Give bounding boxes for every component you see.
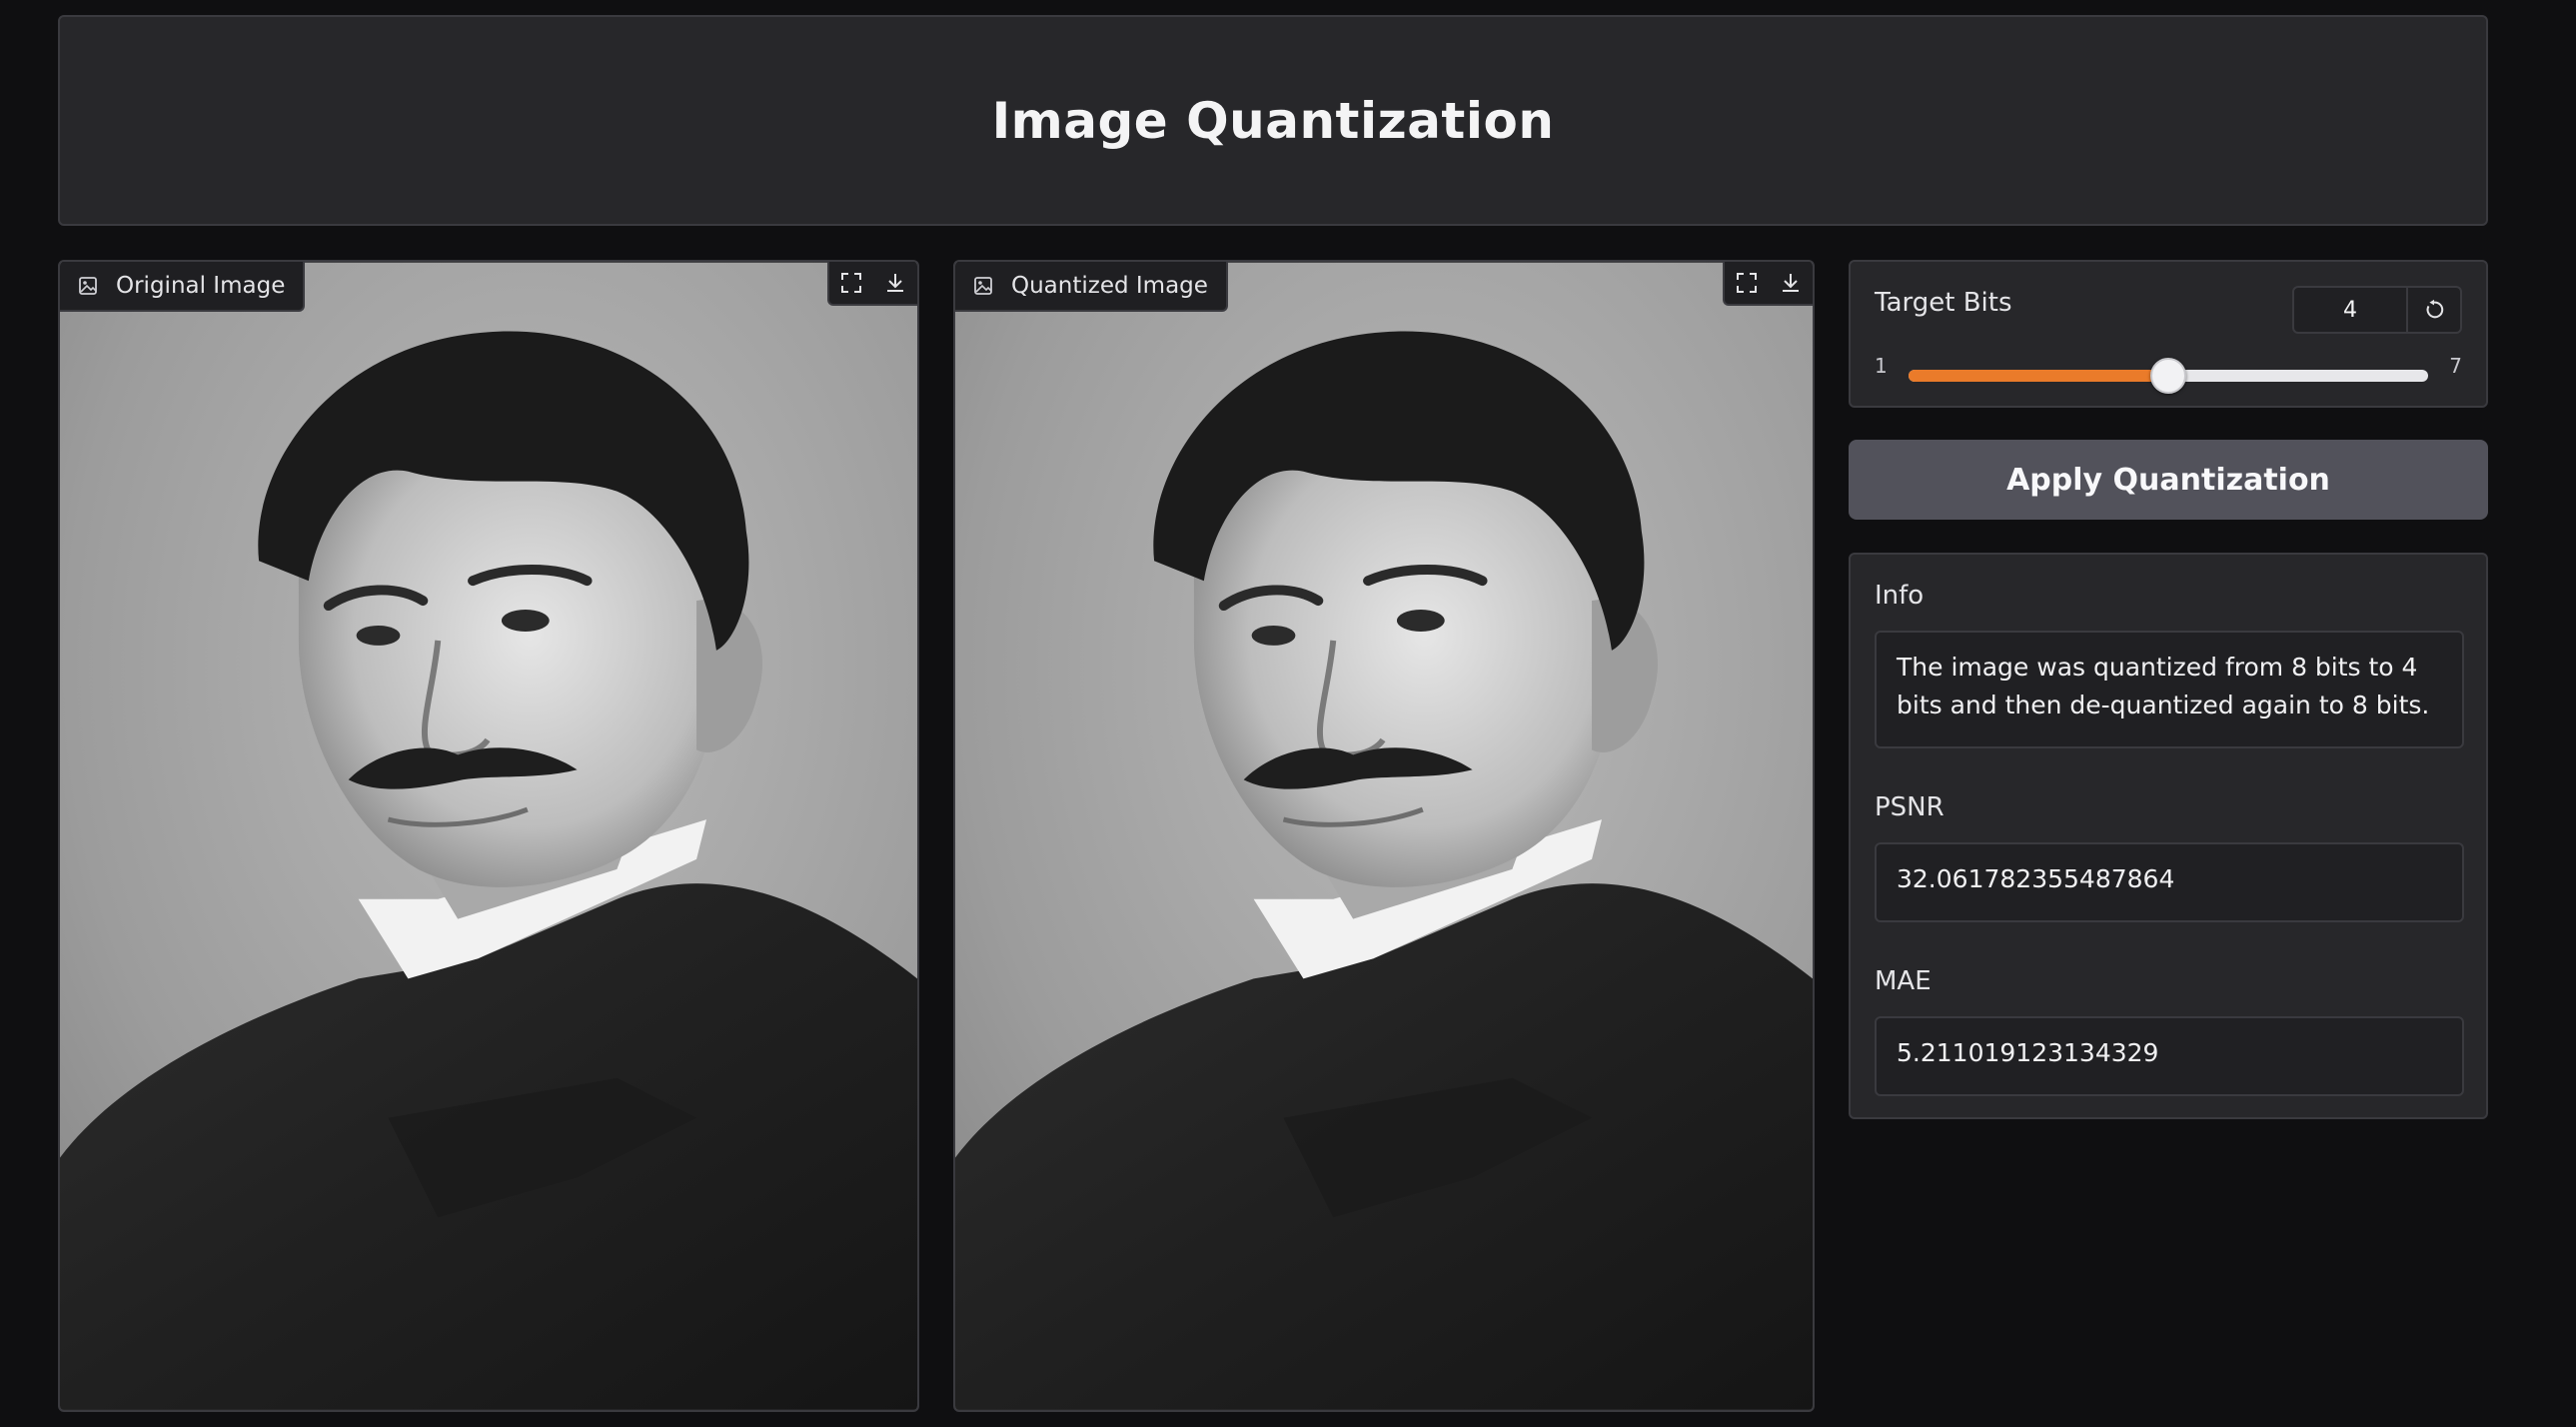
reset-icon[interactable] <box>2408 288 2460 332</box>
psnr-label: PSNR <box>1875 792 1944 822</box>
target-bits-value[interactable]: 4 <box>2294 288 2408 332</box>
header-card: Image Quantization <box>58 15 2488 226</box>
original-image-panel: Original Image <box>58 260 919 1412</box>
mae-label: MAE <box>1875 966 1932 996</box>
target-bits-slider[interactable] <box>1909 358 2428 394</box>
psnr-textbox[interactable]: 32.061782355487864 <box>1875 842 2464 922</box>
original-image-label: Original Image <box>60 262 306 312</box>
target-bits-number-input[interactable]: 4 <box>2292 286 2462 334</box>
slider-fill <box>1909 370 2168 382</box>
info-label: Info <box>1875 581 1925 611</box>
slider-min-label: 1 <box>1875 354 1888 378</box>
download-icon[interactable] <box>1769 262 1813 304</box>
original-portrait-image <box>60 262 917 1410</box>
quantized-image-label-text: Quantized Image <box>1011 273 1208 299</box>
download-icon[interactable] <box>873 262 917 304</box>
original-image-toolbar <box>827 262 917 306</box>
info-textbox[interactable]: The image was quantized from 8 bits to 4… <box>1875 631 2464 748</box>
slider-max-label: 7 <box>2449 354 2462 378</box>
fullscreen-icon[interactable] <box>829 262 873 304</box>
mae-textbox[interactable]: 5.211019123134329 <box>1875 1016 2464 1096</box>
info-card: Info The image was quantized from 8 bits… <box>1849 553 2488 1119</box>
slider-thumb[interactable] <box>2150 358 2186 394</box>
apply-quantization-button[interactable]: Apply Quantization <box>1849 440 2488 520</box>
quantized-image-panel: Quantized Image <box>953 260 1815 1412</box>
quantized-image-label: Quantized Image <box>955 262 1228 312</box>
original-image-label-text: Original Image <box>116 273 286 299</box>
fullscreen-icon[interactable] <box>1725 262 1769 304</box>
image-icon <box>78 276 98 296</box>
page-title: Image Quantization <box>991 91 1555 150</box>
target-bits-card: Target Bits 4 1 7 <box>1849 260 2488 408</box>
quantized-image-toolbar <box>1723 262 1813 306</box>
quantized-portrait-image <box>955 262 1813 1410</box>
target-bits-label: Target Bits <box>1875 288 2012 318</box>
image-icon <box>973 276 993 296</box>
